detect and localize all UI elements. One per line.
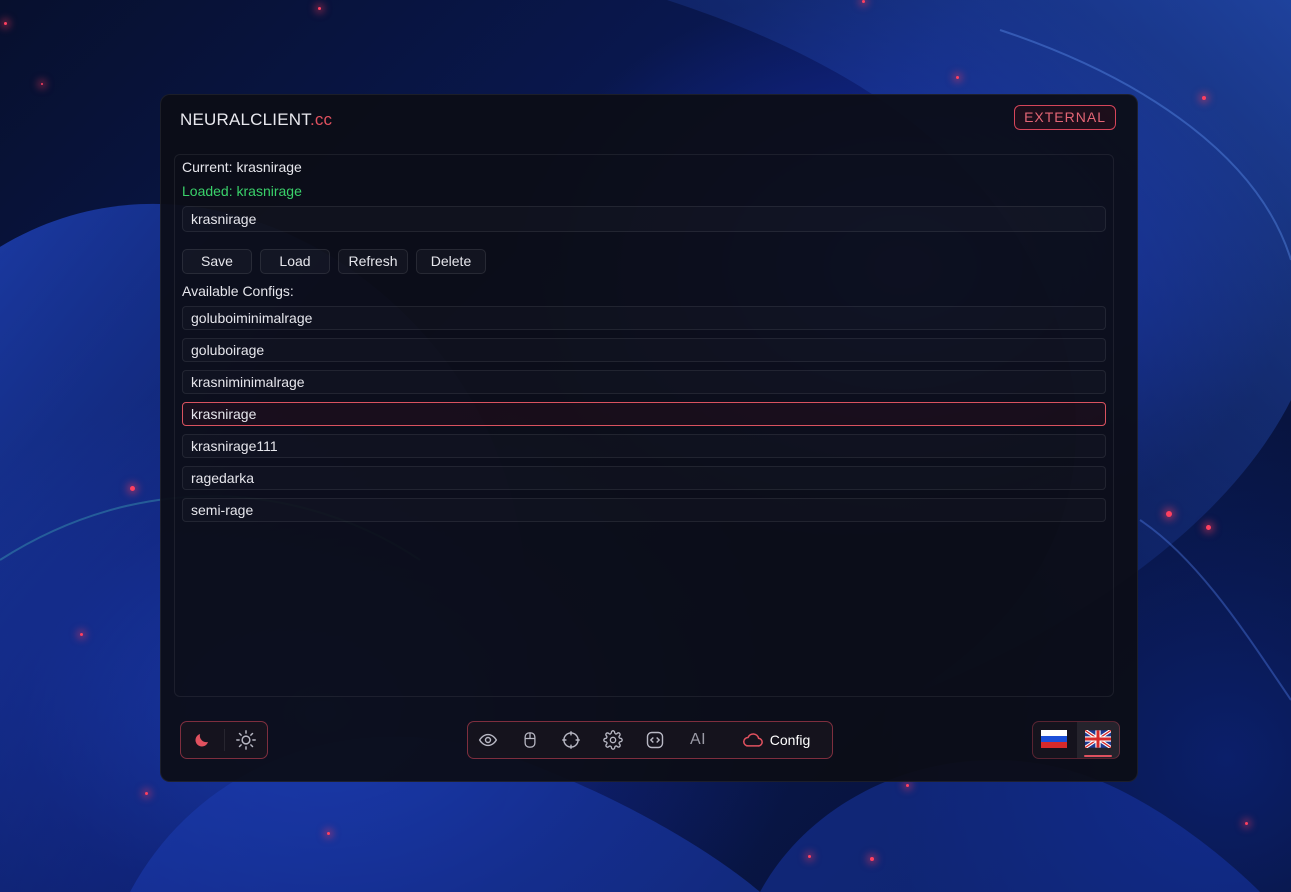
config-section: Current: krasnirage Loaded: krasnirage S… (174, 154, 1114, 697)
ru-flag-icon (1041, 729, 1067, 753)
load-button[interactable]: Load (260, 249, 330, 274)
language-switcher (1032, 721, 1120, 759)
dark-theme-button[interactable] (181, 722, 223, 758)
mouse-icon (521, 731, 539, 749)
mode-badge: EXTERNAL (1014, 105, 1116, 130)
available-configs-label: Available Configs: (182, 283, 294, 299)
config-item[interactable]: goluboirage (182, 338, 1106, 362)
current-config-label: Current: krasnirage (182, 159, 302, 175)
code-icon (645, 730, 665, 750)
nav-aimbot-button[interactable] (557, 722, 585, 758)
delete-button[interactable]: Delete (416, 249, 486, 274)
lang-ru-button[interactable] (1038, 728, 1070, 754)
nav-settings-button[interactable] (599, 722, 627, 758)
cloud-icon (742, 731, 764, 749)
config-item-selected[interactable]: krasnirage (182, 402, 1106, 426)
sun-icon (235, 729, 257, 751)
config-item[interactable]: krasnirage111 (182, 434, 1106, 458)
moon-icon (193, 731, 211, 749)
eye-icon (478, 730, 498, 750)
config-item[interactable]: ragedarka (182, 466, 1106, 490)
save-button[interactable]: Save (182, 249, 252, 274)
selected-language-underline (1084, 755, 1112, 757)
loaded-config-label: Loaded: krasnirage (182, 183, 302, 199)
config-name-input[interactable] (182, 206, 1106, 232)
theme-switcher (180, 721, 268, 759)
ai-label: AI (689, 731, 707, 748)
client-window: NEURALCLIENT.cc EXTERNAL Current: krasni… (160, 94, 1138, 782)
main-nav-bar: AI Config (467, 721, 833, 759)
light-theme-button[interactable] (225, 722, 267, 758)
nav-visuals-button[interactable] (474, 722, 502, 758)
refresh-button[interactable]: Refresh (338, 249, 408, 274)
lang-en-button[interactable] (1082, 728, 1114, 754)
brand-main: NEURALCLIENT (180, 110, 310, 129)
nav-config-button[interactable]: Config (734, 722, 818, 758)
brand-logo: NEURALCLIENT.cc (180, 110, 332, 130)
brand-suffix: .cc (309, 110, 333, 129)
config-list: goluboiminimalrage goluboirage krasnimin… (182, 306, 1106, 530)
gear-icon (603, 730, 623, 750)
config-label: Config (769, 732, 811, 748)
config-item[interactable]: goluboiminimalrage (182, 306, 1106, 330)
nav-scripts-button[interactable] (641, 722, 669, 758)
config-item[interactable]: semi-rage (182, 498, 1106, 522)
config-item[interactable]: krasniminimalrage (182, 370, 1106, 394)
crosshair-icon (561, 730, 581, 750)
uk-flag-icon (1084, 728, 1112, 753)
nav-ai-button[interactable]: AI (682, 722, 714, 758)
nav-mouse-button[interactable] (516, 722, 544, 758)
